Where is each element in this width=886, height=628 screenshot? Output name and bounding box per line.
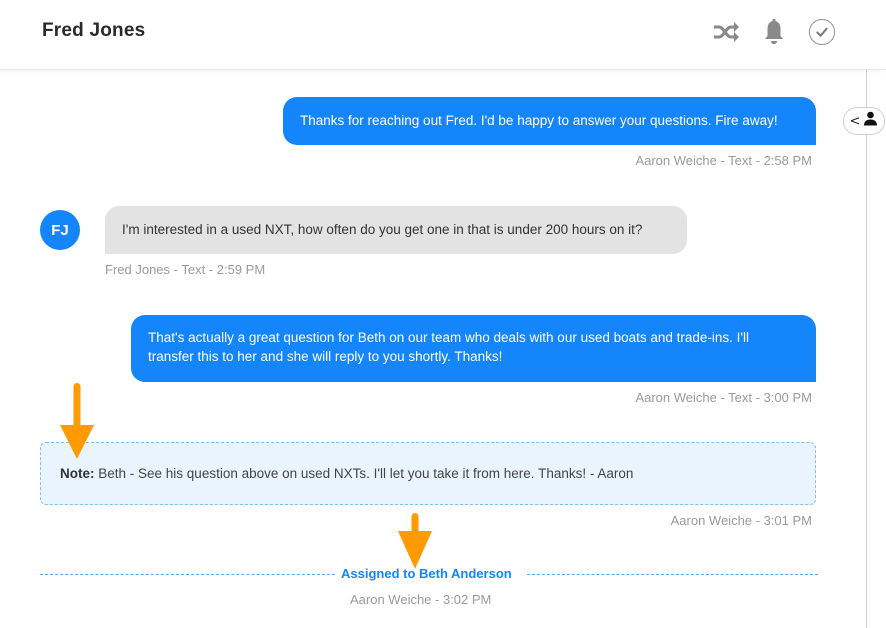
contact-name: Fred Jones [42, 20, 146, 41]
message-text-line: transfer this to her and she will reply … [148, 349, 503, 364]
message-bubble-outgoing: That's actually a great question for Bet… [131, 315, 816, 382]
note-text: Beth - See his question above on used NX… [94, 466, 634, 481]
message-meta: Fred Jones - Text - 2:59 PM [105, 262, 266, 277]
bell-icon[interactable] [760, 17, 788, 47]
message-bubble-incoming: I'm interested in a used NXT, how often … [105, 206, 687, 254]
assignment-divider-left [40, 574, 335, 575]
annotation-arrow-down-icon [60, 383, 94, 459]
assignment-divider-right [527, 574, 818, 575]
side-panel-divider [866, 70, 867, 628]
avatar-initials: FJ [51, 221, 69, 239]
avatar: FJ [40, 210, 80, 250]
contact-panel-toggle[interactable]: < [843, 107, 885, 135]
assignment-meta: Aaron Weiche - 3:02 PM [350, 592, 492, 607]
message-text: I'm interested in a used NXT, how often … [122, 222, 643, 237]
message-meta: Aaron Weiche - Text - 2:58 PM [635, 153, 812, 168]
conversation-header: Fred Jones [0, 0, 886, 70]
message-meta: Aaron Weiche - Text - 3:00 PM [635, 390, 812, 405]
person-icon [863, 111, 878, 131]
note-meta: Aaron Weiche - 3:01 PM [670, 513, 812, 528]
shuffle-icon[interactable] [712, 17, 740, 47]
check-circle-icon[interactable] [808, 17, 836, 47]
message-text: Thanks for reaching out Fred. I'd be hap… [300, 113, 778, 128]
note-label: Note: [60, 466, 95, 481]
internal-note: Note: Beth - See his question above on u… [40, 442, 816, 505]
chevron-left-icon: < [849, 113, 861, 129]
header-actions [712, 17, 836, 47]
annotation-arrow-down-icon [398, 513, 432, 569]
message-bubble-outgoing: Thanks for reaching out Fred. I'd be hap… [283, 97, 816, 145]
message-text-line: That's actually a great question for Bet… [148, 330, 749, 345]
